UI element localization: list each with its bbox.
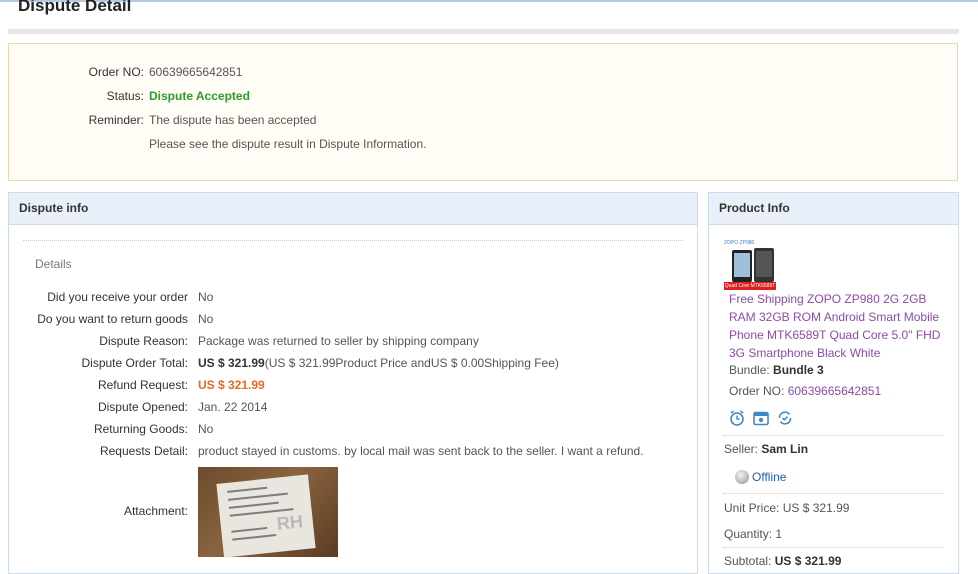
order-total-label: Dispute Order Total: bbox=[81, 356, 189, 370]
dispute-opened-label: Dispute Opened: bbox=[97, 400, 188, 414]
unit-price-row: Unit Price: US $ 321.99 bbox=[724, 501, 849, 515]
reminder-label: Reminder: bbox=[88, 113, 144, 127]
subtotal-label: Subtotal: bbox=[724, 554, 772, 568]
received-order-label: Did you receive your order bbox=[47, 290, 188, 304]
top-rule bbox=[0, 0, 978, 2]
calendar-icon[interactable] bbox=[752, 409, 770, 427]
seller-row: Seller: Sam Lin bbox=[724, 442, 808, 456]
reminder-line-2: Please see the dispute result in Dispute… bbox=[149, 137, 427, 151]
quantity-row: Quantity: 1 bbox=[724, 527, 782, 541]
dispute-info-header: Dispute info bbox=[9, 193, 697, 225]
product-thumbnail[interactable]: ZOPO ZP980 Quad Core MTK6589T bbox=[724, 240, 776, 290]
received-order-value: No bbox=[198, 290, 214, 304]
bundle-row: Bundle: Bundle 3 bbox=[729, 363, 824, 377]
product-order-link[interactable]: 60639665642851 bbox=[788, 384, 881, 398]
returning-goods-label: Returning Goods: bbox=[93, 422, 188, 436]
attachment-label: Attachment: bbox=[123, 504, 188, 518]
order-total-breakdown: (US $ 321.99Product Price andUS $ 0.00Sh… bbox=[264, 356, 559, 370]
unit-price-value: US $ 321.99 bbox=[782, 501, 850, 515]
product-info-header: Product Info bbox=[709, 193, 958, 225]
order-no-label: Order NO: bbox=[88, 65, 144, 79]
seller-divider bbox=[723, 435, 943, 436]
price-divider bbox=[723, 493, 943, 494]
subtotal-divider bbox=[723, 547, 943, 548]
seller-name: Sam Lin bbox=[761, 442, 809, 456]
refund-request-value: US $ 321.99 bbox=[198, 378, 265, 392]
status-label: Status: bbox=[106, 89, 144, 103]
product-order-label: Order NO: bbox=[729, 384, 785, 398]
order-total-amount: US $ 321.99 bbox=[198, 356, 265, 370]
thumb-brand-text: ZOPO ZP980 bbox=[724, 240, 755, 246]
attachment-image[interactable]: RH bbox=[198, 467, 338, 558]
dispute-reason-value: Package was returned to seller by shippi… bbox=[198, 334, 479, 348]
dispute-info-panel: Dispute info Details Did you receive you… bbox=[8, 192, 698, 574]
dispute-reason-label: Dispute Reason: bbox=[99, 334, 188, 348]
title-divider bbox=[8, 29, 959, 34]
dispute-opened-value: Jan. 22 2014 bbox=[198, 400, 268, 414]
seller-label: Seller: bbox=[724, 442, 759, 456]
refresh-check-icon[interactable] bbox=[776, 409, 794, 427]
offline-status-icon bbox=[735, 470, 749, 484]
quantity-label: Quantity: bbox=[724, 527, 773, 541]
thumb-ribbon-text: Quad Core MTK6589T bbox=[724, 282, 776, 290]
status-value: Dispute Accepted bbox=[149, 89, 250, 103]
reminder-line-1: The dispute has been accepted bbox=[149, 113, 317, 127]
bundle-label: Bundle: bbox=[729, 363, 770, 377]
return-goods-label: Do you want to return goods bbox=[37, 312, 188, 326]
bundle-value: Bundle 3 bbox=[773, 363, 824, 377]
product-info-panel: Product Info ZOPO ZP980 Quad Core MTK658… bbox=[708, 192, 959, 574]
attachment-document: RH bbox=[216, 474, 316, 558]
requests-detail-label: Requests Detail: bbox=[99, 444, 188, 458]
product-order-row: Order NO: 60639665642851 bbox=[729, 384, 881, 398]
refund-request-label: Refund Request: bbox=[97, 378, 188, 392]
subtotal-row: Subtotal: US $ 321.99 bbox=[724, 554, 841, 568]
quantity-value: 1 bbox=[775, 527, 783, 541]
page-title: Dispute Detail bbox=[18, 0, 132, 15]
order-no-value: 60639665642851 bbox=[149, 65, 243, 79]
requests-detail-value: product stayed in customs. by local mail… bbox=[198, 444, 644, 458]
subtotal-value: US $ 321.99 bbox=[774, 554, 842, 568]
order-total-value: US $ 321.99(US $ 321.99Product Price and… bbox=[198, 355, 559, 371]
details-divider bbox=[23, 240, 683, 241]
returning-goods-value: No bbox=[198, 422, 214, 436]
product-title-link[interactable]: Free Shipping ZOPO ZP980 2G 2GB RAM 32GB… bbox=[729, 290, 951, 362]
alarm-clock-icon[interactable] bbox=[728, 409, 746, 427]
unit-price-label: Unit Price: bbox=[724, 501, 780, 515]
dispute-status-box: Order NO: 60639665642851 Status: Dispute… bbox=[8, 43, 958, 181]
return-goods-value: No bbox=[198, 312, 214, 326]
offline-link[interactable]: Offline bbox=[752, 469, 786, 485]
details-label: Details bbox=[35, 257, 72, 271]
